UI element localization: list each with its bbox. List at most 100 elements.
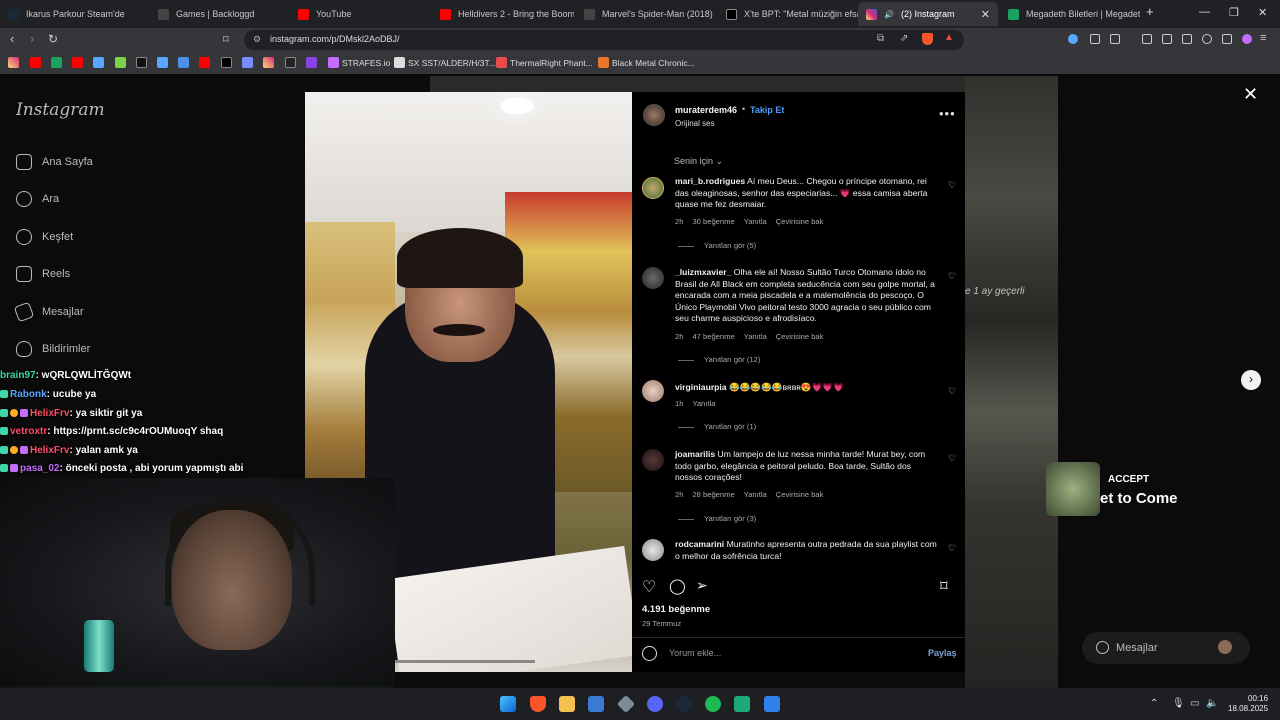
brave-rewards-icon[interactable]: ▲: [944, 32, 954, 43]
bookmark-icon-15[interactable]: [306, 57, 317, 68]
commenter-username[interactable]: rodcamarini: [675, 539, 724, 549]
bookmark-icon-6[interactable]: [115, 57, 126, 68]
music-icon[interactable]: [1142, 34, 1152, 44]
maximize-button[interactable]: ❐: [1229, 6, 1239, 19]
open-in-window-icon[interactable]: ⧉: [877, 33, 884, 44]
comment-like-heart-icon[interactable]: ♡: [948, 543, 956, 554]
brave-shield-icon[interactable]: [922, 33, 933, 45]
vpn-icon[interactable]: [1222, 34, 1232, 44]
commenter-avatar[interactable]: [642, 539, 664, 561]
next-post-chevron-icon[interactable]: ›: [1241, 370, 1261, 390]
reply-button[interactable]: Yanıtla: [744, 490, 767, 499]
reload-icon[interactable]: ↻: [48, 32, 58, 46]
tab-spiderman[interactable]: Marvel's Spider-Man (2018): [576, 2, 718, 26]
brave-browser-icon[interactable]: [530, 696, 546, 712]
microphone-icon[interactable]: 🎙: [1172, 698, 1185, 709]
extension-icon[interactable]: [1090, 34, 1100, 44]
bookmark-icon-4[interactable]: [72, 57, 83, 68]
tab-backloggd[interactable]: Games | Backloggd: [150, 2, 290, 26]
sidebar-toggle-icon[interactable]: [1162, 34, 1172, 44]
close-icon[interactable]: ✕: [1243, 84, 1258, 105]
bookmark-thermalright[interactable]: ThermalRight Phant...: [510, 58, 593, 68]
tab-megadeth[interactable]: Megadeth Biletleri | Megadeth: [1000, 2, 1140, 26]
view-replies-button[interactable]: Yanıtları gör (5): [678, 241, 756, 250]
commenter-avatar[interactable]: [642, 449, 664, 471]
wallet-icon[interactable]: [1182, 34, 1192, 44]
fullscreen-icon[interactable]: ⛶: [613, 652, 619, 663]
post-comment-button[interactable]: Paylaş: [928, 648, 957, 658]
commenter-avatar[interactable]: [642, 380, 664, 402]
bookmark-icon-3[interactable]: [51, 57, 62, 68]
comment-like-heart-icon[interactable]: ♡: [948, 453, 956, 464]
file-explorer-icon[interactable]: [559, 696, 575, 712]
bookmark-icon-16[interactable]: [328, 57, 339, 68]
profile-avatar[interactable]: [1242, 34, 1252, 44]
volume-icon[interactable]: ◁: [547, 652, 554, 663]
back-icon[interactable]: ‹: [10, 31, 14, 46]
comment-sort-dropdown[interactable]: Senin için ⌄: [674, 156, 723, 167]
translate-button[interactable]: Çevirisine bak: [776, 332, 824, 341]
save-bookmark-icon[interactable]: ⌑: [940, 577, 948, 595]
volume-icon[interactable]: 🔈: [1206, 698, 1218, 709]
audio-label[interactable]: Orijinal ses: [675, 119, 715, 128]
translate-button[interactable]: Çevirisine bak: [776, 217, 824, 226]
bookmark-icon-10[interactable]: [199, 57, 210, 68]
bookmark-icon-12[interactable]: [242, 57, 253, 68]
sidebar-item-messages[interactable]: Mesajlar: [13, 301, 84, 323]
comment-input[interactable]: [669, 648, 909, 658]
author-avatar[interactable]: [643, 104, 665, 126]
tab-youtube[interactable]: YouTube: [290, 2, 430, 26]
video-progress-bar[interactable]: [395, 660, 535, 663]
view-replies-button[interactable]: Yanıtları gör (12): [678, 355, 760, 364]
bookmark-icon-5[interactable]: [93, 57, 104, 68]
comment-like-heart-icon[interactable]: ♡: [948, 271, 956, 282]
like-heart-icon[interactable]: ♡: [642, 577, 656, 597]
bookmark-icon-14[interactable]: [285, 57, 296, 68]
comment-likes[interactable]: 30 beğenme: [692, 217, 734, 226]
commenter-username[interactable]: mari_b.rodrigues: [675, 176, 745, 186]
address-bar[interactable]: ⚙ instagram.com/p/DMskl2AoDBJ/ ⧉ ⇗ ▲: [244, 30, 964, 50]
reply-button[interactable]: Yanıtla: [744, 332, 767, 341]
windows-start-icon[interactable]: [500, 696, 516, 712]
bookmark-icon-19[interactable]: [598, 57, 609, 68]
close-tab-icon[interactable]: ✕: [981, 8, 990, 21]
bookmark-icon-8[interactable]: [157, 57, 168, 68]
translate-button[interactable]: Çevirisine bak: [776, 490, 824, 499]
commenter-username[interactable]: virginiaurpia: [675, 382, 727, 392]
commenter-avatar[interactable]: [642, 267, 664, 289]
system-clock[interactable]: 00:16 18.08.2025: [1228, 694, 1268, 714]
reply-button[interactable]: Yanıtla: [692, 399, 715, 408]
bookmark-icon[interactable]: ⌑: [223, 33, 229, 46]
bookmark-icon-18[interactable]: [496, 57, 507, 68]
send-icon[interactable]: ➢: [696, 577, 708, 594]
spotify-icon[interactable]: [705, 696, 721, 712]
bookmark-icon-11[interactable]: [221, 57, 232, 68]
sidebar-item-explore[interactable]: Keşfet: [16, 229, 73, 245]
commenter-username[interactable]: joamarilis: [675, 449, 715, 459]
menu-icon[interactable]: ≡: [1260, 32, 1266, 44]
tab-x[interactable]: X'te BPT: "Metal müziğin efsan: [718, 2, 858, 26]
tab-steam[interactable]: Ikarus Parkour Steam'de: [0, 2, 150, 26]
messages-bubble[interactable]: [1082, 632, 1250, 664]
comment-bubble-icon[interactable]: ◯: [669, 577, 686, 595]
notepad-icon[interactable]: [764, 696, 780, 712]
follow-button[interactable]: Takip Et: [750, 105, 784, 115]
bookmark-icon-1[interactable]: [8, 57, 19, 68]
network-icon[interactable]: ▭: [1190, 698, 1199, 709]
bookmark-icon-2[interactable]: [30, 57, 41, 68]
sidebar-item-home[interactable]: Ana Sayfa: [16, 154, 93, 170]
store-icon[interactable]: [588, 696, 604, 712]
bookmark-black-metal[interactable]: Black Metal Chronic...: [612, 58, 695, 68]
emoji-icon[interactable]: [642, 646, 657, 661]
close-window-button[interactable]: ✕: [1258, 6, 1267, 19]
tab-helldivers[interactable]: Helldivers 2 - Bring the Boom: [432, 2, 574, 26]
site-info-icon[interactable]: ⚙: [253, 34, 261, 45]
sidebar-item-reels[interactable]: Reels: [16, 266, 70, 282]
sidebar-item-notifications[interactable]: Bildirimler: [16, 341, 90, 357]
reply-button[interactable]: Yanıtla: [744, 217, 767, 226]
commenter-username[interactable]: _luizmxavier_: [675, 267, 731, 277]
share-icon[interactable]: ⇗: [900, 33, 908, 44]
bookmark-icon-9[interactable]: [178, 57, 189, 68]
discord-icon[interactable]: [647, 696, 663, 712]
instagram-logo[interactable]: Instagram: [16, 100, 105, 120]
